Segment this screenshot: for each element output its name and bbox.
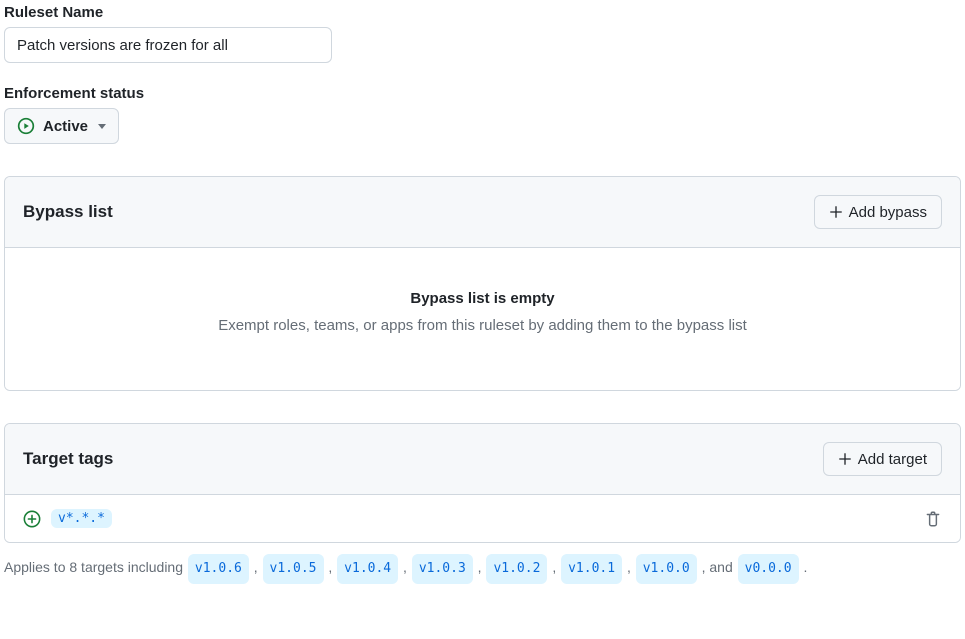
ruleset-name-input[interactable] [4, 27, 332, 63]
target-tag-chip[interactable]: v1.0.4 [337, 554, 398, 584]
target-tags-header: Target tags Add target [5, 424, 960, 495]
plus-icon [829, 205, 843, 219]
separator: , [552, 559, 556, 575]
target-tag-chip[interactable]: v1.0.0 [636, 554, 697, 584]
target-tag-chip[interactable]: v1.0.3 [412, 554, 473, 584]
add-target-label: Add target [858, 451, 927, 468]
applies-prefix: Applies to 8 targets including [4, 559, 183, 575]
add-bypass-label: Add bypass [849, 204, 927, 221]
add-bypass-button[interactable]: Add bypass [814, 195, 942, 229]
separator: , [403, 559, 407, 575]
bypass-list-empty-state: Bypass list is empty Exempt roles, teams… [5, 248, 960, 390]
add-target-button[interactable]: Add target [823, 442, 942, 476]
applies-to-summary: Applies to 8 targets including v1.0.6 , … [4, 553, 961, 584]
target-tag-chip[interactable]: v1.0.5 [263, 554, 324, 584]
bypass-list-panel: Bypass list Add bypass Bypass list is em… [4, 176, 961, 391]
target-tags-panel: Target tags Add target v*.*.* [4, 423, 961, 543]
bypass-list-title: Bypass list [23, 202, 113, 222]
trash-icon[interactable] [924, 510, 942, 528]
plus-icon [838, 452, 852, 466]
bypass-list-header: Bypass list Add bypass [5, 177, 960, 248]
separator: , [478, 559, 482, 575]
separator: , [328, 559, 332, 575]
target-tag-chip[interactable]: v1.0.2 [486, 554, 547, 584]
bypass-empty-description: Exempt roles, teams, or apps from this r… [21, 317, 944, 334]
plus-circle-icon[interactable] [23, 510, 41, 528]
applies-suffix: . [803, 559, 807, 575]
bypass-empty-title: Bypass list is empty [21, 290, 944, 307]
target-pattern-chip[interactable]: v*.*.* [51, 509, 112, 528]
target-tag-chip[interactable]: v1.0.1 [561, 554, 622, 584]
target-tags-title: Target tags [23, 449, 113, 469]
play-circle-icon [17, 117, 35, 135]
target-tag-chip[interactable]: v0.0.0 [738, 554, 799, 584]
ruleset-name-label: Ruleset Name [4, 4, 961, 21]
caret-down-icon [98, 124, 106, 129]
enforcement-status-label: Enforcement status [4, 85, 961, 102]
separator: , [254, 559, 258, 575]
applies-join-last: , and [702, 559, 733, 575]
target-tags-row: v*.*.* [5, 495, 960, 542]
enforcement-status-dropdown[interactable]: Active [4, 108, 119, 144]
separator: , [627, 559, 631, 575]
enforcement-status-value: Active [43, 118, 88, 135]
target-tag-chip[interactable]: v1.0.6 [188, 554, 249, 584]
